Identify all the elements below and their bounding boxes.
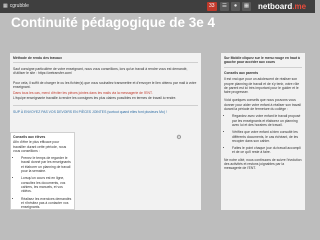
list-item: Réalisez les exercices demandés et n'hés…	[21, 197, 72, 209]
list-item: Vérifiez que votre enfant a bien consult…	[232, 130, 302, 143]
bell-icon[interactable]: ●	[231, 2, 240, 11]
methode-warning: Dans tous les cas, merci d'éviter les pi…	[13, 91, 153, 95]
methode-notice: SUP À ENVOYEZ PAS VOS DEVOIRS EN PIÈCES …	[13, 110, 167, 114]
user-menu[interactable]: ▦ cgrubble	[3, 3, 29, 9]
menu-icon[interactable]: ☰	[220, 2, 229, 11]
list-item: Faites le point chaque jour du travail a…	[232, 146, 302, 155]
parents-paragraph-3: Ne notre côté, nous continuons de suivre…	[224, 157, 302, 171]
page-title: Continuité pédagogique de 3e 4	[11, 15, 216, 30]
methode-paragraph-2: Pour cela, il suffit de charger le ou le…	[13, 81, 197, 90]
conseils-eleves-heading: Conseils aux élèves	[13, 135, 46, 139]
parents-list: Regardez avec votre enfant le travail pr…	[224, 114, 302, 154]
list-item: Prenez le temps de regarder le travail d…	[21, 156, 72, 173]
notification-badge[interactable]: 33	[207, 2, 217, 11]
parents-heading: Conseils aux parents	[224, 71, 259, 75]
list-item: Lorsqu'un cours est en ligne, consultez …	[21, 176, 72, 193]
parents-panel: Sur Mobile cliquez sur le menu rouge en …	[221, 53, 305, 210]
methode-paragraph-1: Sauf consigne particulière de votre ense…	[13, 67, 188, 76]
grid-icon[interactable]: ▦	[242, 2, 251, 11]
conseils-eleves-card: Conseils aux élèves Afin d'être le plus …	[10, 132, 75, 210]
mobile-hint: Sur Mobile cliquez sur le menu rouge en …	[224, 56, 300, 65]
conseils-eleves-list: Prenez le temps de regarder le travail d…	[13, 156, 72, 209]
user-icon: ▦	[3, 3, 8, 9]
list-item: Regardez avec votre enfant le travail pr…	[232, 114, 302, 127]
parents-paragraph-1: Il est vrai que pour un adolescent de ré…	[224, 77, 300, 95]
username: cgrubble	[9, 3, 29, 9]
methode-heading: Méthode de rendu des travaux	[13, 56, 62, 60]
brand-logo[interactable]: netboard.me	[258, 2, 306, 11]
gear-icon[interactable]: ⚙	[175, 134, 183, 142]
parents-paragraph-2: Voici quelques conseils que nous pouvons…	[224, 98, 301, 112]
conseils-eleves-intro: Afin d'être le plus efficace pour travai…	[13, 140, 67, 153]
methode-paragraph-4: L'équipe enseignante travaille à rendre …	[13, 96, 177, 100]
top-bar: ▦ cgrubble 33 ☰ ● ▦ netboard.me	[0, 0, 315, 13]
